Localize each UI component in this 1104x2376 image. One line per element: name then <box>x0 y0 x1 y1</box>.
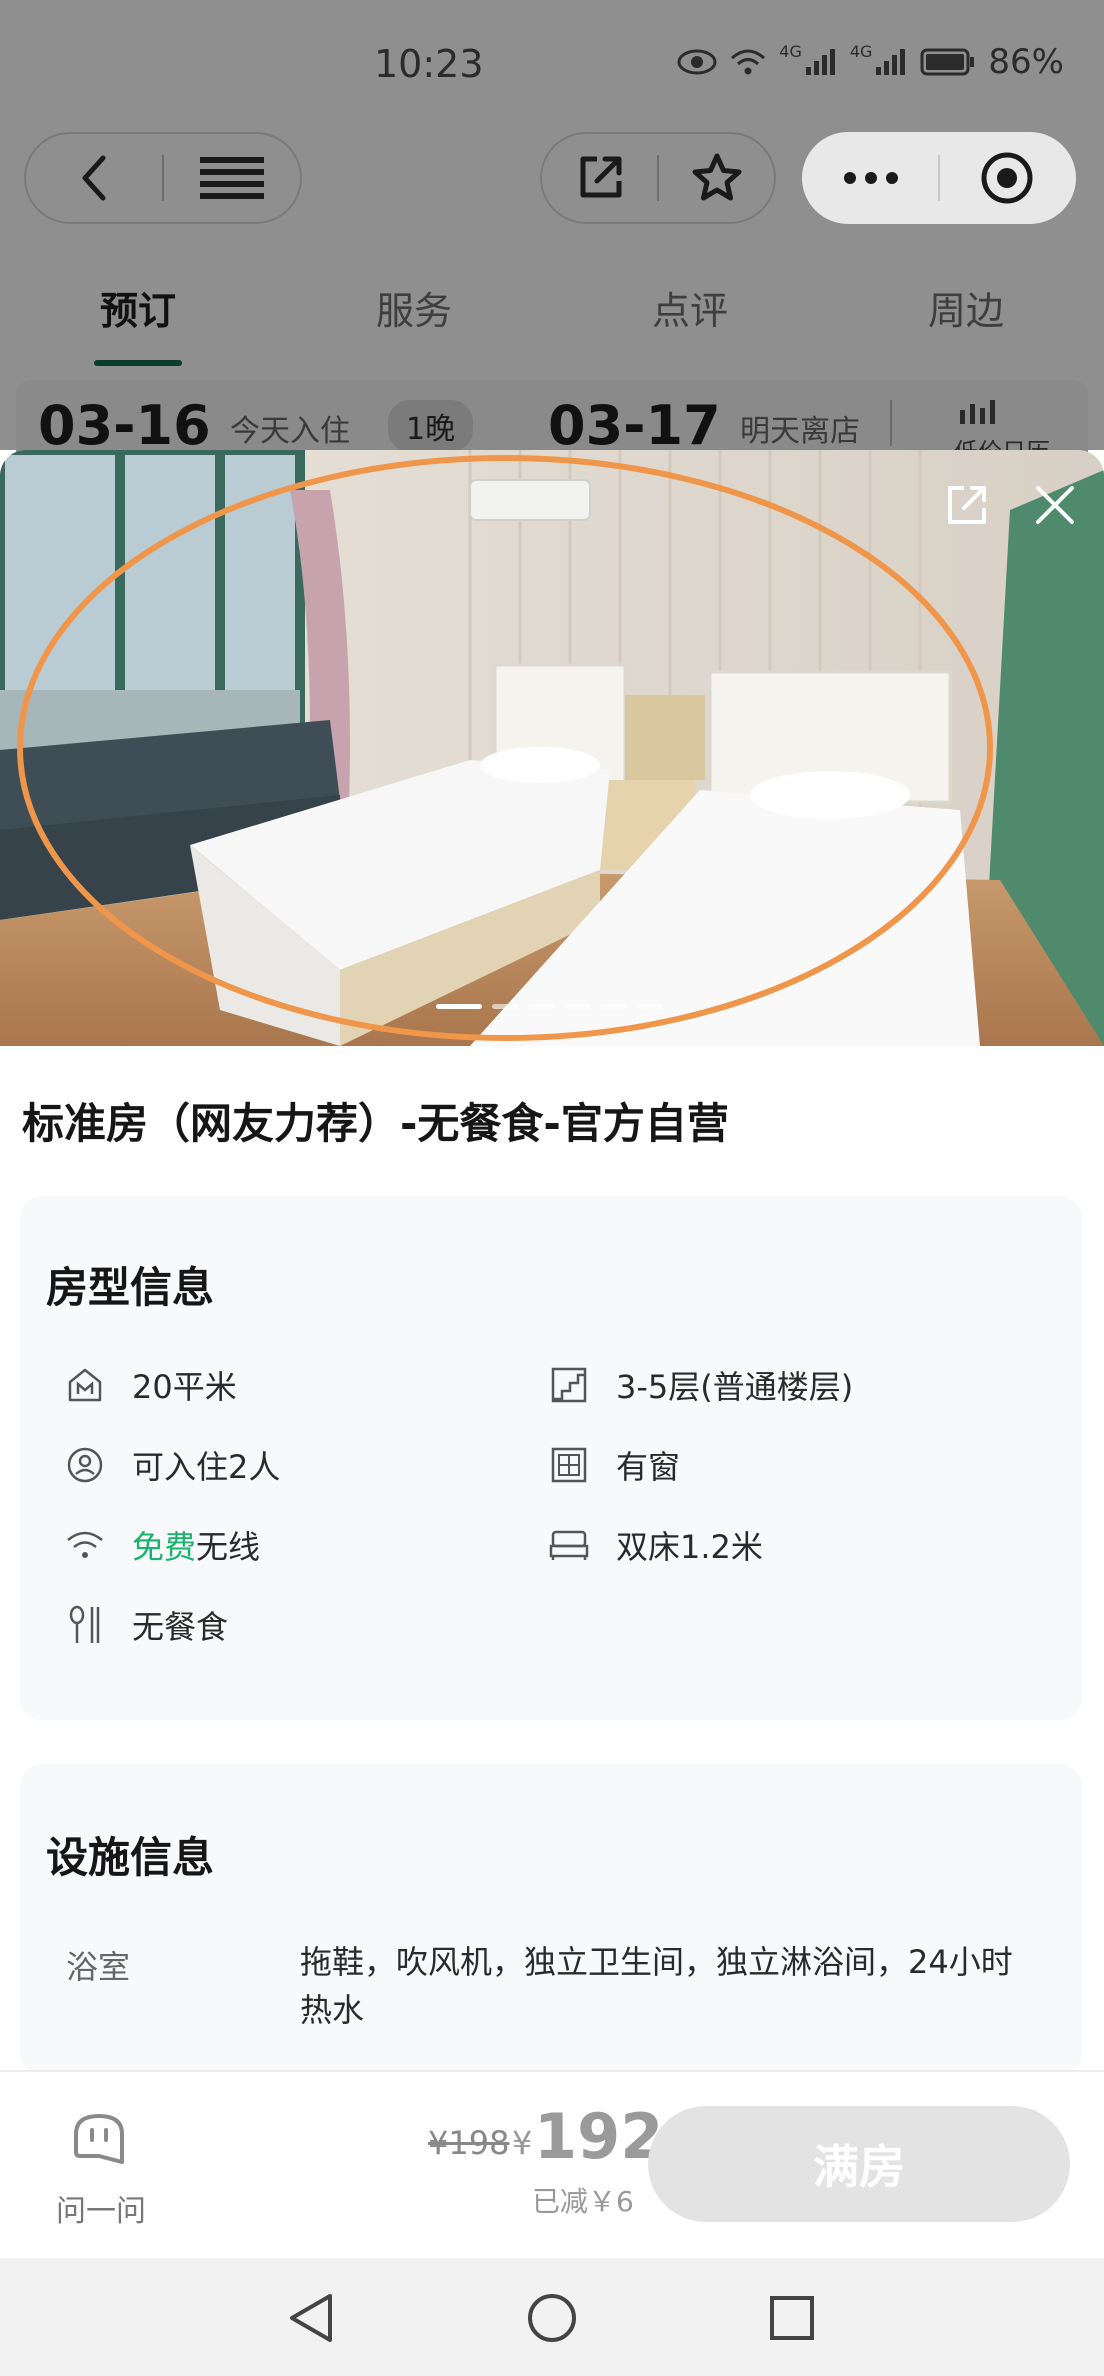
open-external-icon <box>948 486 986 524</box>
signal-type-b: 4G <box>849 42 873 61</box>
cell-signal-icon <box>805 49 835 75</box>
favorite-button[interactable] <box>659 134 774 222</box>
calendar-chart-icon <box>956 396 1000 430</box>
fullscreen-button[interactable] <box>944 482 990 532</box>
triangle-back-icon <box>290 2294 332 2342</box>
menu-icon <box>200 157 264 199</box>
more-dots-icon <box>844 172 898 184</box>
more-button[interactable] <box>804 134 938 222</box>
checkin-label: 今天入住 <box>230 414 350 449</box>
room-info-area: 20平米 <box>64 1362 237 1408</box>
checkout-label: 明天离店 <box>740 414 860 449</box>
room-info-window-text: 有窗 <box>616 1448 681 1486</box>
facility-bathroom-value: 拖鞋，吹风机，独立卫生间，独立淋浴间，24小时热水 <box>300 1943 1013 2029</box>
discount-label: 已减￥6 <box>532 2185 634 2218</box>
close-button[interactable] <box>1034 484 1076 530</box>
tab-service[interactable]: 服务 <box>376 280 452 335</box>
checkout-date[interactable]: 03-17 <box>548 394 721 457</box>
battery-icon <box>920 48 975 76</box>
signal-type-a: 4G <box>779 42 802 61</box>
pagination-dot <box>492 1004 518 1009</box>
window-icon <box>548 1444 590 1486</box>
tab-nearby[interactable]: 周边 <box>928 280 1004 335</box>
status-icons: 4G 4G 86% <box>677 42 1064 82</box>
chat-bot-icon <box>74 2114 124 2164</box>
target-icon <box>981 152 1033 204</box>
free-highlight: 免费 <box>132 1528 197 1566</box>
nav-home-button[interactable] <box>526 2292 578 2348</box>
pagination-dot-active <box>436 1004 482 1009</box>
pagination-dot <box>564 1004 590 1009</box>
circle-home-icon <box>528 2294 576 2342</box>
facility-bathroom-label: 浴室 <box>66 1948 131 1986</box>
back-button[interactable] <box>26 134 162 222</box>
wifi-icon <box>731 49 766 75</box>
room-info-floor: 3-5层(普通楼层) <box>548 1362 853 1408</box>
tab-bar: 预订 服务 点评 周边 <box>0 270 1104 370</box>
close-icon <box>1036 486 1074 524</box>
price-currency: ¥ <box>512 2124 533 2162</box>
room-info-bed: 双床1.2米 <box>548 1522 763 1568</box>
pagination-dot <box>636 1004 662 1009</box>
room-info-occupancy: 可入住2人 <box>64 1442 280 1488</box>
star-icon <box>692 153 741 201</box>
pagination-dot <box>528 1004 554 1009</box>
pagination-dot <box>600 1004 626 1009</box>
wifi-icon <box>64 1524 106 1566</box>
tab-reviews[interactable]: 点评 <box>652 280 728 335</box>
room-info-window: 有窗 <box>548 1442 680 1488</box>
room-info-wifi-text: 无线 <box>196 1528 261 1566</box>
nav-pill-left <box>24 132 302 224</box>
fully-booked-button[interactable]: 满房 <box>648 2106 1070 2222</box>
share-button[interactable] <box>542 134 657 222</box>
photo-pagination <box>436 1004 662 1009</box>
eye-icon <box>677 49 717 75</box>
facilities-title: 设施信息 <box>46 1833 215 1882</box>
room-photo[interactable] <box>0 450 1104 1046</box>
status-time: 10:23 <box>374 42 484 86</box>
room-photo-illustration <box>0 450 1104 1046</box>
nav-pill-middle <box>540 132 776 224</box>
status-bar: 10:23 4G 4G 86% <box>0 0 1104 130</box>
room-info-occupancy-text: 可入住2人 <box>132 1448 281 1486</box>
tab-booking[interactable]: 预订 <box>100 280 176 335</box>
room-info-floor-text: 3-5层(普通楼层) <box>616 1368 854 1406</box>
nav-recents-button[interactable] <box>768 2294 816 2346</box>
battery-percent: 86% <box>988 42 1064 82</box>
chevron-left-icon <box>82 155 106 201</box>
close-miniprogram-button[interactable] <box>940 134 1074 222</box>
original-price: ¥198 <box>428 2124 510 2162</box>
house-icon <box>64 1364 106 1406</box>
room-title: 标准房（网友力荐）-无餐食-官方自营 <box>22 1099 729 1148</box>
person-icon <box>64 1444 106 1486</box>
current-price: 192 <box>534 2100 664 2173</box>
utensils-icon <box>64 1604 106 1646</box>
tab-active-indicator <box>94 360 182 366</box>
bed-icon <box>548 1524 590 1566</box>
system-nav-bar <box>0 2258 1104 2376</box>
ask-label[interactable]: 问一问 <box>56 2186 146 2230</box>
room-info-title: 房型信息 <box>46 1263 215 1312</box>
share-icon <box>580 156 621 198</box>
room-info-meal: 无餐食 <box>64 1602 228 1648</box>
cell-signal-icon <box>876 49 906 75</box>
menu-button[interactable] <box>164 134 300 222</box>
ask-button[interactable] <box>70 2112 128 2172</box>
nav-back-button[interactable] <box>286 2292 336 2348</box>
room-info-wifi: 免费 无线 <box>64 1522 260 1568</box>
nights-badge: 1晚 <box>388 400 474 452</box>
room-info-bed-text: 双床1.2米 <box>616 1528 763 1566</box>
miniprogram-capsule <box>802 132 1076 224</box>
checkin-date[interactable]: 03-16 <box>38 394 211 457</box>
room-info-area-text: 20平米 <box>132 1368 237 1406</box>
stairs-icon <box>548 1364 590 1406</box>
square-recents-icon <box>770 2296 814 2340</box>
room-info-meal-text: 无餐食 <box>132 1608 229 1646</box>
divider <box>890 400 892 446</box>
